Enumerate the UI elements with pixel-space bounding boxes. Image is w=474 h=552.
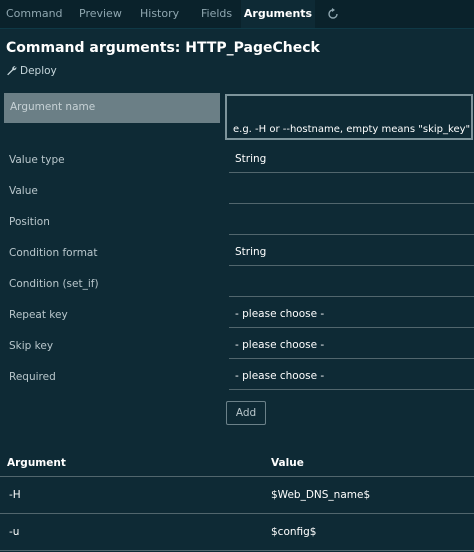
- argument-name-label: Argument name: [10, 101, 96, 113]
- skip-key-select[interactable]: - please choose -: [229, 334, 474, 359]
- condition-set-if-input[interactable]: [229, 272, 474, 297]
- required-value: - please choose -: [235, 370, 325, 382]
- condition-format-value: String: [235, 246, 267, 258]
- table-row[interactable]: -H $Web_DNS_name$: [0, 477, 474, 514]
- value-input[interactable]: [229, 179, 474, 204]
- add-button[interactable]: Add: [226, 401, 266, 425]
- condition-format-label: Condition format: [9, 247, 98, 259]
- tab-arguments[interactable]: Arguments: [241, 0, 315, 28]
- tab-history[interactable]: History: [140, 0, 179, 28]
- condition-set-if-label: Condition (set_if): [9, 278, 99, 290]
- skip-key-label: Skip key: [9, 340, 54, 352]
- deploy-label: Deploy: [20, 65, 57, 77]
- value-column-header: Value: [271, 457, 304, 469]
- tab-preview[interactable]: Preview: [79, 0, 122, 28]
- value-type-value: String: [235, 153, 267, 165]
- value-cell: $config$: [271, 526, 317, 538]
- wrench-icon: [7, 66, 17, 76]
- repeat-key-select[interactable]: - please choose -: [229, 303, 474, 328]
- argument-name-field: e.g. -H or --hostname, empty means "skip…: [225, 94, 473, 140]
- value-type-select[interactable]: String: [229, 148, 474, 173]
- page-title: Command arguments: HTTP_PageCheck: [6, 40, 320, 56]
- value-cell: $Web_DNS_name$: [271, 489, 371, 501]
- arguments-table-header: Argument Value: [0, 452, 474, 477]
- argument-name-input[interactable]: [231, 98, 471, 120]
- argument-column-header: Argument: [7, 457, 66, 469]
- skip-key-value: - please choose -: [235, 339, 325, 351]
- value-type-label: Value type: [9, 154, 65, 166]
- argument-cell: -H: [9, 489, 21, 501]
- table-row[interactable]: -u $config$: [0, 514, 474, 551]
- refresh-icon[interactable]: [326, 7, 340, 21]
- value-label: Value: [9, 185, 38, 197]
- position-input[interactable]: [229, 210, 474, 235]
- argument-cell: -u: [9, 526, 20, 538]
- tab-bar: Command Preview History Fields Arguments: [0, 0, 474, 29]
- condition-format-select[interactable]: String: [229, 241, 474, 266]
- argument-name-hint: e.g. -H or --hostname, empty means "skip…: [233, 124, 471, 135]
- required-label: Required: [9, 371, 56, 383]
- tab-fields[interactable]: Fields: [201, 0, 232, 28]
- repeat-key-value: - please choose -: [235, 308, 325, 320]
- position-label: Position: [9, 216, 50, 228]
- argument-name-label-box: Argument name: [4, 93, 220, 123]
- required-select[interactable]: - please choose -: [229, 365, 474, 390]
- repeat-key-label: Repeat key: [9, 309, 68, 321]
- tab-command[interactable]: Command: [6, 0, 63, 28]
